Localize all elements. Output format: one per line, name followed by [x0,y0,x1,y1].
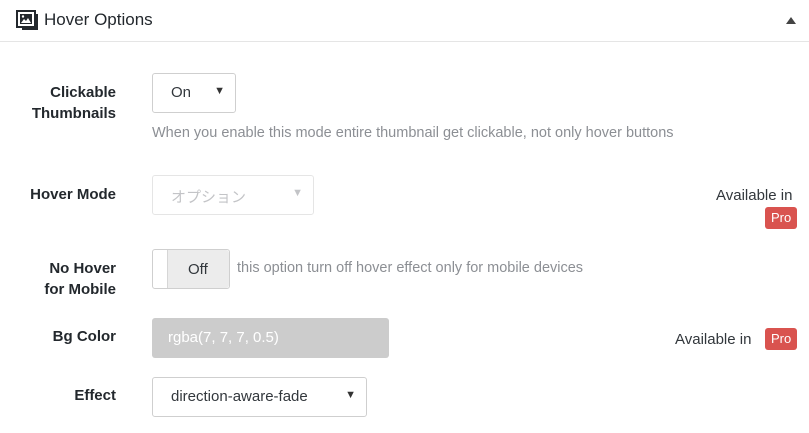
bg-color-label: Bg Color [52,328,116,345]
clickable-description: When you enable this mode entire thumbna… [152,125,674,141]
no-hover-label-line1: No Hover [49,260,116,277]
clickable-select-value: On [171,84,192,101]
pro-badge[interactable]: Pro [765,328,798,350]
chevron-down-icon: ▼ [292,187,303,199]
toggle-knob[interactable] [153,250,168,288]
available-in-text: Available in [716,187,793,204]
chevron-down-icon: ▼ [214,85,225,97]
effect-select[interactable]: direction-aware-fade ▼ [152,377,367,417]
clickable-label-line2: Thumbnails [31,105,116,122]
clickable-label-line1: Clickable [50,84,116,101]
image-gallery-icon [16,10,38,30]
bg-color-value: rgba(7, 7, 7, 0.5) [168,329,279,346]
hover-mode-select: オプション ▼ [152,175,314,215]
no-hover-mobile-toggle[interactable]: Off [152,249,230,289]
hover-mode-select-value: オプション [171,189,247,206]
chevron-down-icon: ▼ [345,389,356,401]
toggle-state-text: Off [188,261,208,278]
clickable-thumbnails-label: Clickable Thumbnails [0,82,116,124]
panel-title: Hover Options [44,10,153,29]
no-hover-description: this option turn off hover effect only f… [237,260,584,276]
no-hover-mobile-label: No Hover for Mobile [0,258,116,300]
pro-badge[interactable]: Pro [765,207,798,229]
panel-header[interactable]: Hover Options [0,0,809,42]
effect-label: Effect [74,387,116,404]
effect-select-value: direction-aware-fade [171,388,308,405]
clickable-thumbnails-select[interactable]: On ▼ [152,73,236,113]
hover-options-panel: Hover Options Clickable Thumbnails On ▼ … [0,0,809,433]
available-in-text: Available in [675,331,752,348]
triangle-up-icon[interactable] [786,17,796,24]
no-hover-label-line2: for Mobile [44,281,116,298]
bg-color-field: rgba(7, 7, 7, 0.5) [152,318,389,358]
hover-mode-label: Hover Mode [30,186,116,203]
